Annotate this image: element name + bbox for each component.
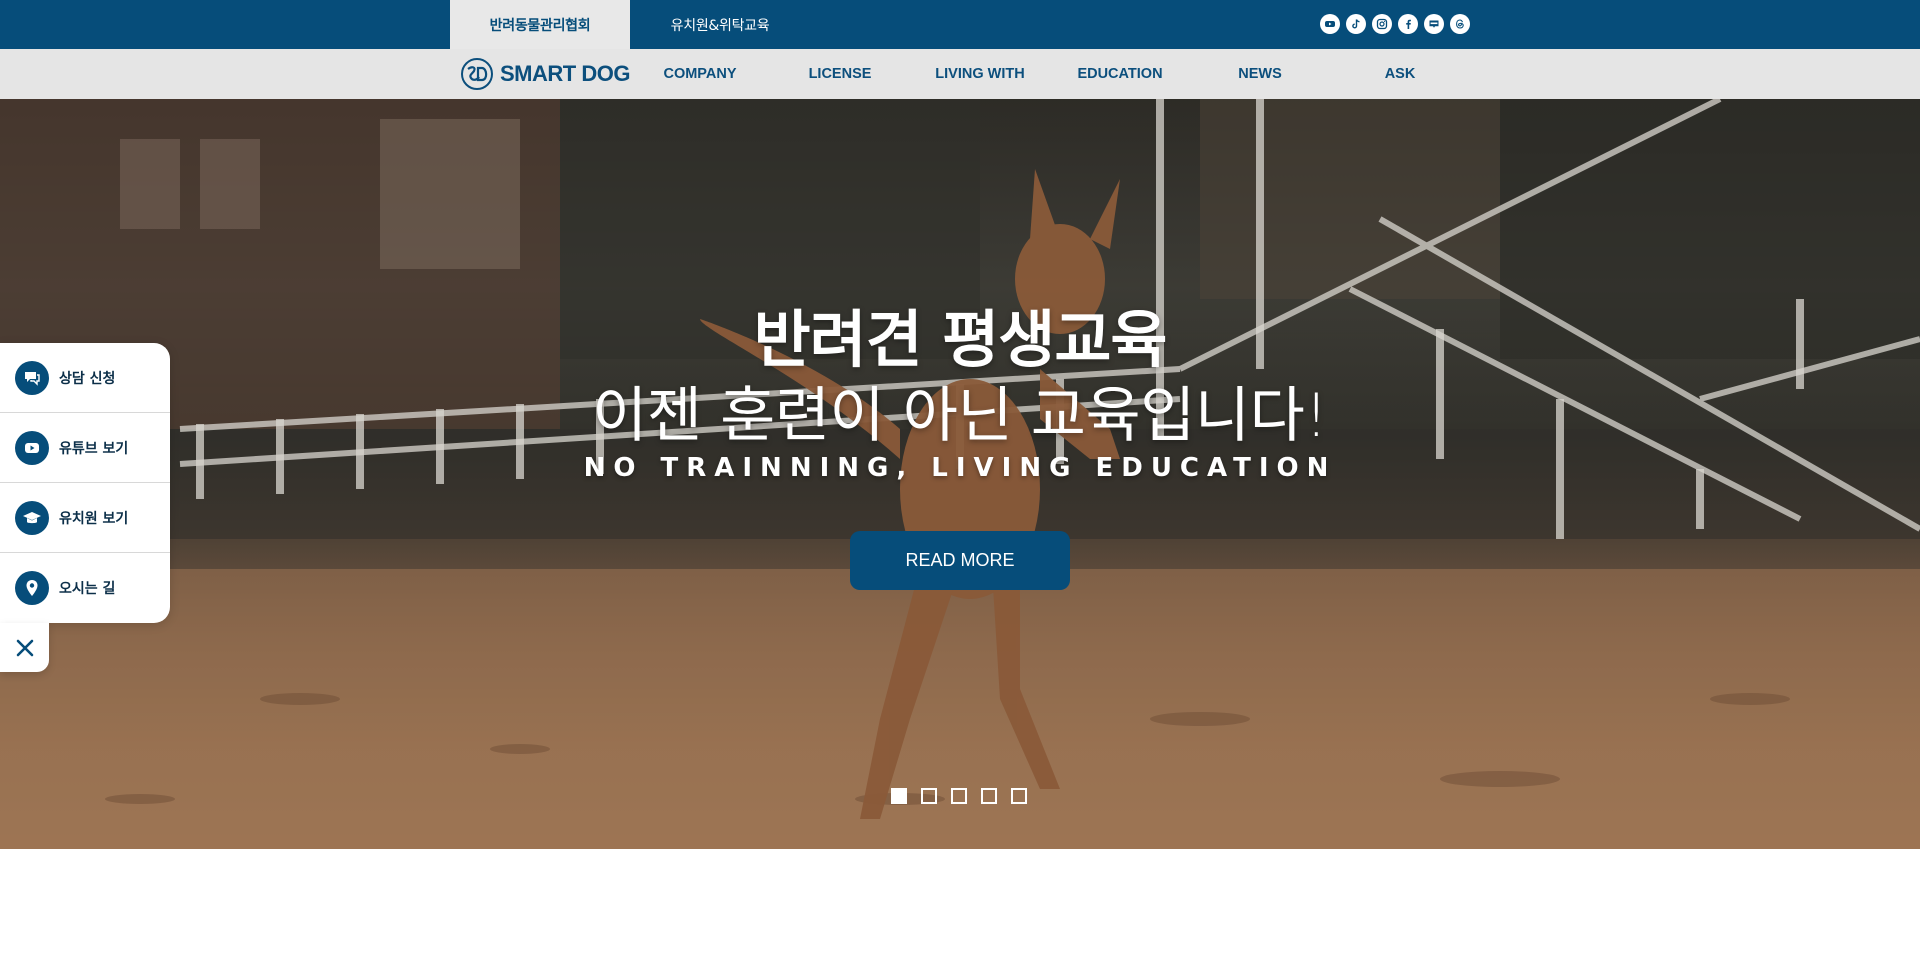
slide-dot-1[interactable] [891, 788, 907, 804]
nav-item-license[interactable]: LICENSE [770, 49, 910, 99]
threads-icon[interactable] [1450, 14, 1470, 34]
read-more-button[interactable]: READ MORE [850, 531, 1070, 590]
quick-item-directions[interactable]: 오시는 길 [0, 553, 170, 623]
tiktok-icon[interactable] [1346, 14, 1366, 34]
hero-subtitle: 이젠 훈련이 아닌 교육입니다! [592, 381, 1328, 451]
close-icon [16, 639, 33, 656]
logo[interactable]: SMART DOG [460, 56, 630, 92]
chat-icon [15, 360, 49, 395]
nav-item-living-with[interactable]: LIVING WITH [910, 49, 1050, 99]
slide-dot-4[interactable] [981, 788, 997, 804]
main-nav: SMART DOG COMPANY LICENSE LIVING WITH ED… [0, 49, 1920, 99]
tab-kindergarten[interactable]: 유치원&위탁교육 [630, 0, 810, 49]
hero-tagline: NO TRAINNING, LIVING EDUCATION [583, 453, 1337, 483]
instagram-icon[interactable] [1372, 14, 1392, 34]
quick-menu: 상담 신청 유튜브 보기 유치원 보기 오시는 길 [0, 343, 170, 623]
quick-item-kindergarten[interactable]: 유치원 보기 [0, 483, 170, 553]
tab-association[interactable]: 반려동물관리협회 [450, 0, 630, 49]
nav-item-education[interactable]: EDUCATION [1050, 49, 1190, 99]
map-pin-icon [15, 571, 49, 605]
nav-item-company[interactable]: COMPANY [630, 49, 770, 99]
top-bar: 반려동물관리협회 유치원&위탁교육 [0, 0, 1920, 49]
social-links [1320, 14, 1470, 34]
slide-dot-2[interactable] [921, 788, 937, 804]
blog-icon[interactable] [1424, 14, 1444, 34]
nav-item-ask[interactable]: ASK [1330, 49, 1470, 99]
slide-dot-3[interactable] [951, 788, 967, 804]
hero-slider: 반려견 평생교육 이젠 훈련이 아닌 교육입니다! NO TRAINNING, … [0, 99, 1920, 849]
youtube-icon[interactable] [1320, 14, 1340, 34]
logo-mark-icon [461, 58, 493, 90]
logo-text: SMART DOG [500, 61, 630, 86]
facebook-icon[interactable] [1398, 14, 1418, 34]
quick-item-label: 유튜브 보기 [59, 440, 129, 457]
quick-item-consult[interactable]: 상담 신청 [0, 343, 170, 413]
quick-item-label: 유치원 보기 [59, 510, 129, 527]
nav-menu: COMPANY LICENSE LIVING WITH EDUCATION NE… [630, 49, 1470, 99]
hero-title: 반려견 평생교육 [753, 303, 1168, 376]
slider-pagination [891, 788, 1027, 804]
quick-item-youtube[interactable]: 유튜브 보기 [0, 413, 170, 483]
quick-item-label: 오시는 길 [59, 581, 116, 597]
slide-dot-5[interactable] [1011, 788, 1027, 804]
nav-item-news[interactable]: NEWS [1190, 49, 1330, 99]
quick-item-label: 상담 신청 [59, 370, 116, 387]
graduation-cap-icon [15, 500, 49, 535]
quick-menu-close-button[interactable] [0, 623, 49, 672]
play-icon [15, 430, 49, 465]
